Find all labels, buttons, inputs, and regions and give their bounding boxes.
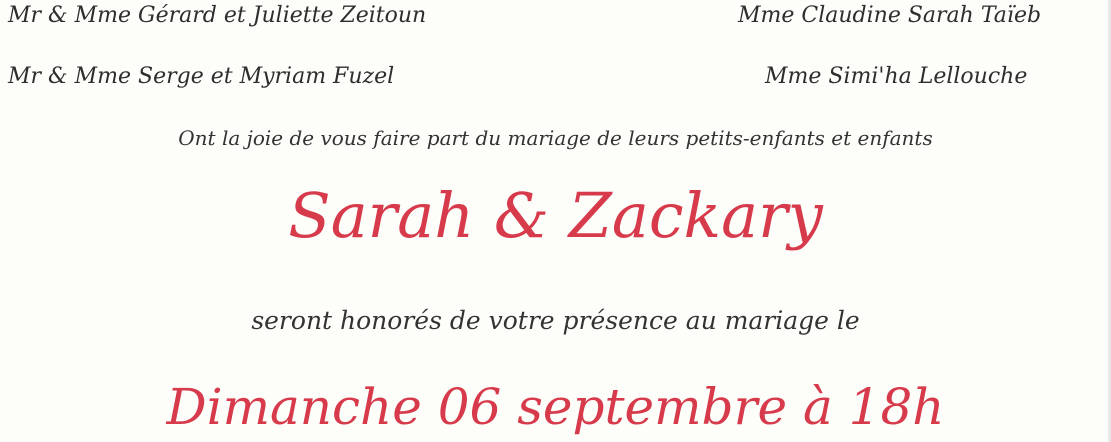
announcement-text: Ont la joie de vous faire part du mariag… xyxy=(178,126,933,150)
family-left-2: Mr & Mme Serge et Myriam Fuzel xyxy=(8,64,395,89)
invitation-page: Mr & Mme Gérard et Juliette Zeitoun Mme … xyxy=(0,0,1111,442)
family-right-2: Mme Simi'ha Lellouche xyxy=(765,64,1028,89)
family-right-1: Mme Claudine Sarah Taïeb xyxy=(738,3,1042,28)
honor-text: seront honorés de votre présence au mari… xyxy=(251,306,860,335)
family-left-1: Mr & Mme Gérard et Juliette Zeitoun xyxy=(8,3,427,28)
couple-names: Sarah & Zackary xyxy=(288,179,823,252)
wedding-date: Dimanche 06 septembre à 18h xyxy=(166,378,945,436)
